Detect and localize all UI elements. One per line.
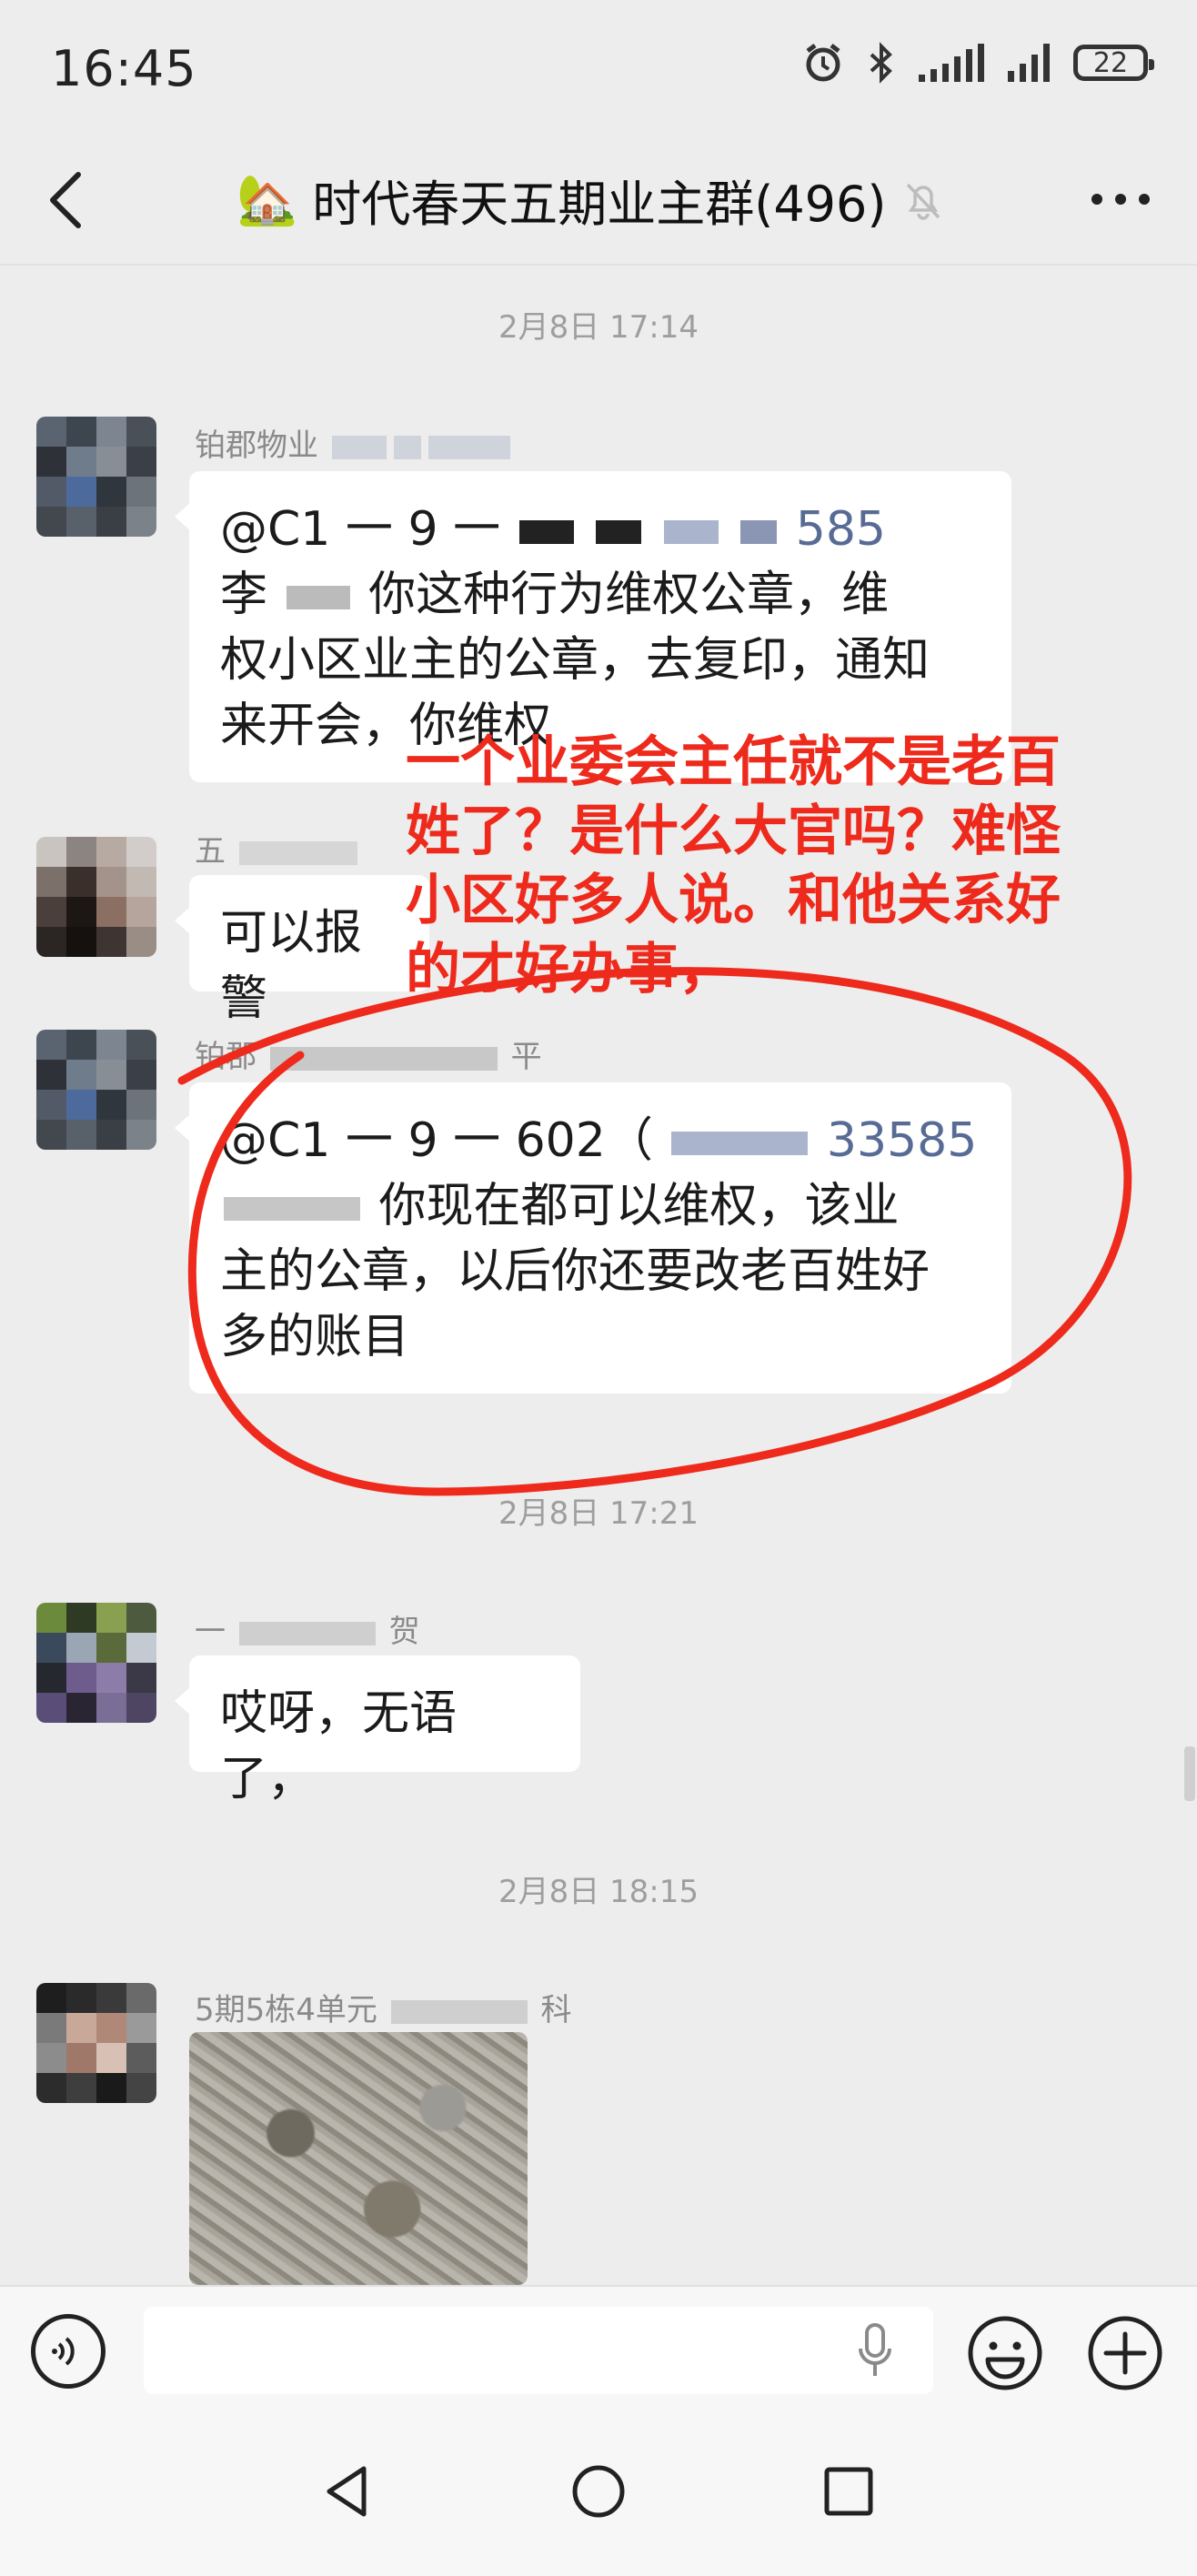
blurred-text: [596, 520, 642, 544]
mention-link[interactable]: 585: [796, 502, 886, 557]
emoji-button[interactable]: [966, 2314, 1044, 2392]
message-text: 哎呀，无语了，: [220, 1686, 458, 1806]
message-bubble[interactable]: 可以报警: [175, 875, 429, 1026]
annotation-line: 小区好多人说。和他关系好: [406, 869, 1061, 932]
sender-name: 铂郡物业: [195, 420, 514, 465]
annotation-line: 的才好办事，: [406, 938, 733, 1001]
message-text: 可以报警: [220, 906, 363, 1026]
blurred-text: [671, 1132, 809, 1155]
blurred-text: [224, 1197, 360, 1221]
sender-text: 科: [540, 1992, 572, 2028]
message-line: 李 你这种行为维权公章，维: [220, 562, 981, 628]
sender-text: 平: [510, 1039, 542, 1075]
message-bubble[interactable]: 哎呀，无语了，: [175, 1655, 580, 1806]
nav-home-icon[interactable]: [567, 2460, 630, 2523]
input-bar: [0, 2285, 1197, 2416]
blurred-text: [269, 1046, 498, 1071]
bluetooth-icon: [870, 42, 892, 84]
nav-back-icon[interactable]: [317, 2460, 380, 2523]
blurred-text: [238, 840, 357, 865]
system-nav-bar: [0, 2414, 1197, 2576]
message-bubble[interactable]: @C1 一 9 一 602（ 33585 你现在都可以维权，该业 主的公章，以后…: [175, 1082, 1011, 1394]
mention-link[interactable]: 33585: [827, 1113, 977, 1168]
blurred-text: [390, 1999, 528, 2024]
voice-wave-icon: [52, 2337, 75, 2366]
avatar[interactable]: [36, 417, 156, 537]
status-time: 16:45: [51, 40, 197, 97]
timestamp: 2月8日 17:14: [498, 309, 699, 346]
voice-mode-button[interactable]: [31, 2314, 106, 2389]
red-annotation: 一个业委会主任就不是老百 姓了？是什么大官吗？难怪 小区好多人说。和他关系好 的…: [406, 728, 1179, 1004]
message-line: 权小区业主的公章，去复印，通知: [220, 633, 930, 688]
message-line: 主的公章，以后你还要改老百姓好: [220, 1244, 930, 1299]
message-input[interactable]: [144, 2307, 933, 2394]
alarm-icon: [806, 44, 840, 82]
mention-text: @C1 一 9 一: [220, 502, 501, 557]
message-line: @C1 一 9 一 585: [220, 497, 981, 562]
annotation-line: 一个业委会主任就不是老百: [406, 730, 1061, 794]
battery-level: 22: [1092, 46, 1129, 79]
mute-bell-icon: [907, 183, 940, 220]
avatar[interactable]: [36, 1983, 156, 2103]
avatar[interactable]: [36, 837, 156, 957]
sender-text: 贺: [388, 1614, 420, 1650]
blurred-text: [331, 435, 387, 459]
mention-text: @C1 一 9 一 602（: [220, 1113, 653, 1168]
avatar[interactable]: [36, 1603, 156, 1723]
annotation-line: 姓了？是什么大官吗？难怪: [406, 800, 1061, 863]
sender-text: 5期5栋4单元: [195, 1992, 377, 2028]
image-message[interactable]: [189, 2032, 528, 2285]
sender-name: 一 贺: [195, 1606, 420, 1651]
blurred-text: [428, 435, 510, 459]
sender-text: 五: [195, 833, 226, 870]
blurred-text: [740, 520, 778, 544]
house-emoji-icon: 🏡: [236, 170, 298, 228]
nav-recents-icon[interactable]: [817, 2460, 880, 2523]
timestamp: 2月8日 18:15: [498, 1874, 699, 1910]
signal-icon: [1008, 44, 1050, 82]
sender-text: 铂郡物业: [195, 428, 318, 464]
blurred-text: [238, 1621, 376, 1645]
sender-name: 5期5栋4单元 科: [195, 1985, 572, 2029]
message-line: @C1 一 9 一 602（ 33585: [220, 1108, 981, 1173]
message-text: 李: [220, 568, 268, 622]
blurred-text: [663, 520, 719, 544]
blurred-text: [286, 586, 350, 609]
back-arrow-icon[interactable]: [40, 167, 95, 233]
message-line: 你现在都可以维权，该业: [220, 1173, 981, 1239]
sender-name: 铂郡 平: [195, 1031, 542, 1076]
more-functions-button[interactable]: [1086, 2314, 1164, 2392]
microphone-icon[interactable]: [857, 2321, 893, 2381]
battery-icon: 22: [1073, 45, 1154, 81]
message-line: 多的账目: [220, 1310, 410, 1364]
scrollbar-handle[interactable]: [1184, 1746, 1195, 1801]
status-icons: 22: [802, 42, 1154, 84]
message-text: 你现在都可以维权，该业: [378, 1179, 900, 1233]
title-bar: 🏡 时代春天五期业主群(496): [0, 136, 1197, 266]
sender-text: 铂郡: [195, 1039, 256, 1075]
more-dots-icon[interactable]: [1084, 169, 1157, 229]
signal-icon: [919, 44, 984, 82]
timestamp: 2月8日 17:21: [498, 1495, 699, 1532]
blurred-text: [518, 520, 574, 544]
group-name: 时代春天五期业主群(496): [312, 176, 887, 233]
status-bar: 16:45 22: [0, 0, 1197, 136]
blurred-text: [393, 435, 421, 459]
chat-title[interactable]: 🏡 时代春天五期业主群(496): [236, 164, 946, 236]
avatar[interactable]: [36, 1030, 156, 1150]
sender-name: 五: [195, 826, 361, 870]
message-text: 你这种行为维权公章，维: [368, 568, 890, 622]
sender-text: 一: [195, 1614, 226, 1650]
